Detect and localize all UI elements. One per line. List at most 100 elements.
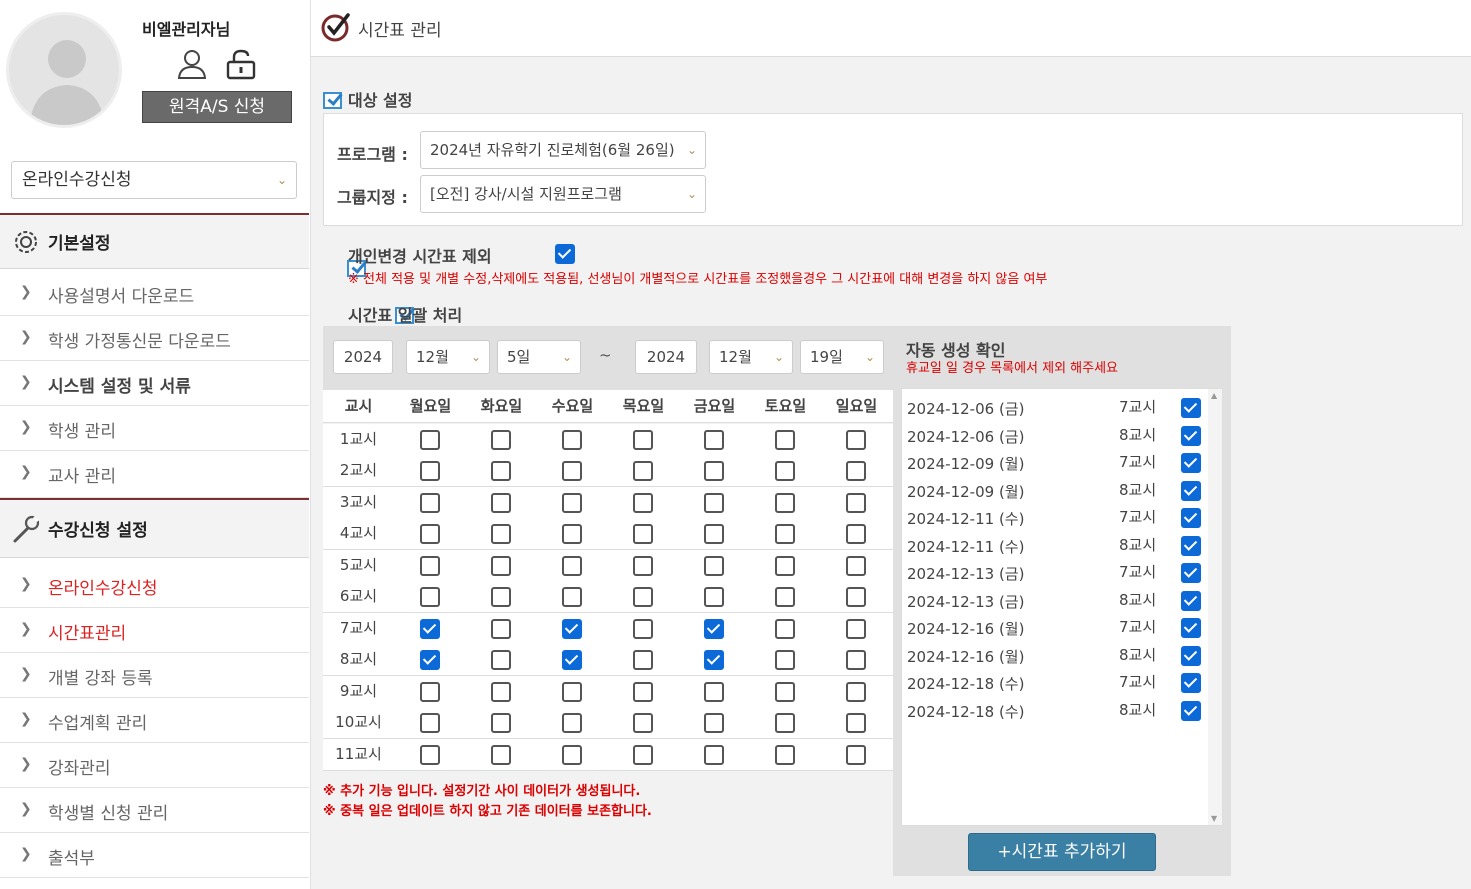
period-day-checkbox[interactable] [704,556,724,576]
period-day-checkbox[interactable] [775,587,795,607]
period-day-checkbox[interactable] [846,619,866,639]
period-day-checkbox[interactable] [420,556,440,576]
sidebar-item-course-register[interactable]: ❯ 개별 강좌 등록 [0,653,309,698]
period-day-checkbox[interactable] [491,556,511,576]
sidebar-item-student-management[interactable]: ❯ 학생 관리 [0,406,309,451]
period-day-checkbox[interactable] [846,430,866,450]
end-day-select[interactable]: 19일 ⌄ [800,340,884,374]
period-day-checkbox[interactable] [633,650,653,670]
period-day-checkbox[interactable] [704,430,724,450]
period-day-checkbox[interactable] [562,493,582,513]
period-day-checkbox[interactable] [775,619,795,639]
list-item-checkbox[interactable] [1181,453,1201,473]
period-day-checkbox[interactable] [775,430,795,450]
period-day-checkbox[interactable] [562,524,582,544]
sidebar-item-lesson-plan[interactable]: ❯ 수업계획 관리 [0,698,309,743]
period-day-checkbox[interactable] [704,650,724,670]
program-select[interactable]: 2024년 자유학기 진로체험(6월 26일) ⌄ [420,131,706,169]
period-day-checkbox[interactable] [420,682,440,702]
start-month-select[interactable]: 12월 ⌄ [406,340,490,374]
list-item-checkbox[interactable] [1181,673,1201,693]
period-day-checkbox[interactable] [562,650,582,670]
period-day-checkbox[interactable] [633,556,653,576]
period-day-checkbox[interactable] [633,619,653,639]
period-day-checkbox[interactable] [491,461,511,481]
period-day-checkbox[interactable] [420,745,440,765]
list-item-checkbox[interactable] [1181,563,1201,583]
period-day-checkbox[interactable] [491,682,511,702]
period-day-checkbox[interactable] [846,650,866,670]
list-item-checkbox[interactable] [1181,618,1201,638]
period-day-checkbox[interactable] [704,493,724,513]
period-day-checkbox[interactable] [420,430,440,450]
period-day-checkbox[interactable] [633,524,653,544]
sidebar-item-timetable-management[interactable]: ❯ 시간표관리 [0,608,309,653]
period-day-checkbox[interactable] [775,461,795,481]
period-day-checkbox[interactable] [491,650,511,670]
period-day-checkbox[interactable] [562,682,582,702]
period-day-checkbox[interactable] [704,524,724,544]
period-day-checkbox[interactable] [775,745,795,765]
list-item-checkbox[interactable] [1181,645,1201,666]
period-day-checkbox[interactable] [846,682,866,702]
period-day-checkbox[interactable] [491,493,511,513]
period-day-checkbox[interactable] [704,713,724,733]
list-item-checkbox[interactable] [1181,535,1201,556]
period-day-checkbox[interactable] [420,524,440,544]
sidebar-item-online-enrollment[interactable]: ❯ 온라인수강신청 [0,563,309,608]
period-day-checkbox[interactable] [846,587,866,607]
period-day-checkbox[interactable] [846,745,866,765]
list-item-checkbox[interactable] [1181,480,1201,501]
period-day-checkbox[interactable] [491,524,511,544]
unlock-icon[interactable] [225,48,257,84]
period-day-checkbox[interactable] [846,524,866,544]
period-day-checkbox[interactable] [775,713,795,733]
start-day-select[interactable]: 5일 ⌄ [497,340,581,374]
period-day-checkbox[interactable] [633,461,653,481]
sidebar-item-manual-download[interactable]: ❯ 사용설명서 다운로드 [0,271,309,316]
scroll-down-icon[interactable]: ▼ [1211,814,1217,823]
list-item-checkbox[interactable] [1181,425,1201,446]
end-month-select[interactable]: 12월 ⌄ [709,340,793,374]
period-day-checkbox[interactable] [704,461,724,481]
period-day-checkbox[interactable] [704,619,724,639]
section-enrollment-settings[interactable]: 수강신청 설정 [0,498,309,558]
period-day-checkbox[interactable] [775,650,795,670]
user-icon[interactable] [176,48,208,84]
period-day-checkbox[interactable] [633,430,653,450]
period-day-checkbox[interactable] [420,713,440,733]
sidebar-item-course-management[interactable]: ❯ 강좌관리 [0,743,309,788]
sidebar-item-system-settings[interactable]: ❯ 시스템 설정 및 서류 [0,361,309,406]
period-day-checkbox[interactable] [633,682,653,702]
list-scrollbar[interactable]: ▲ ▼ [1208,389,1222,825]
list-item-checkbox[interactable] [1181,508,1201,528]
scroll-up-icon[interactable]: ▲ [1211,391,1217,400]
menu-select[interactable]: 온라인수강신청 ⌄ [11,161,297,199]
period-day-checkbox[interactable] [491,430,511,450]
list-item-checkbox[interactable] [1181,398,1201,418]
start-year-input[interactable]: 2024 [333,340,393,374]
period-day-checkbox[interactable] [420,650,440,670]
period-day-checkbox[interactable] [491,619,511,639]
period-day-checkbox[interactable] [562,745,582,765]
period-day-checkbox[interactable] [562,461,582,481]
add-timetable-button[interactable]: +시간표 추가하기 [968,833,1156,871]
period-day-checkbox[interactable] [704,587,724,607]
period-day-checkbox[interactable] [420,587,440,607]
period-day-checkbox[interactable] [633,713,653,733]
sidebar-item-student-enrollment[interactable]: ❯ 학생별 신청 관리 [0,788,309,833]
period-day-checkbox[interactable] [491,713,511,733]
period-day-checkbox[interactable] [491,587,511,607]
period-day-checkbox[interactable] [633,745,653,765]
period-day-checkbox[interactable] [846,493,866,513]
list-item-checkbox[interactable] [1181,590,1201,611]
period-day-checkbox[interactable] [633,493,653,513]
sidebar-item-newsletter-download[interactable]: ❯ 학생 가정통신문 다운로드 [0,316,309,361]
period-day-checkbox[interactable] [562,556,582,576]
remote-as-button[interactable]: 원격A/S 신청 [142,91,292,123]
section-basic-settings[interactable]: 기본설정 [0,213,309,269]
period-day-checkbox[interactable] [704,745,724,765]
list-item-checkbox[interactable] [1181,700,1201,721]
period-day-checkbox[interactable] [562,587,582,607]
end-year-input[interactable]: 2024 [635,340,697,374]
